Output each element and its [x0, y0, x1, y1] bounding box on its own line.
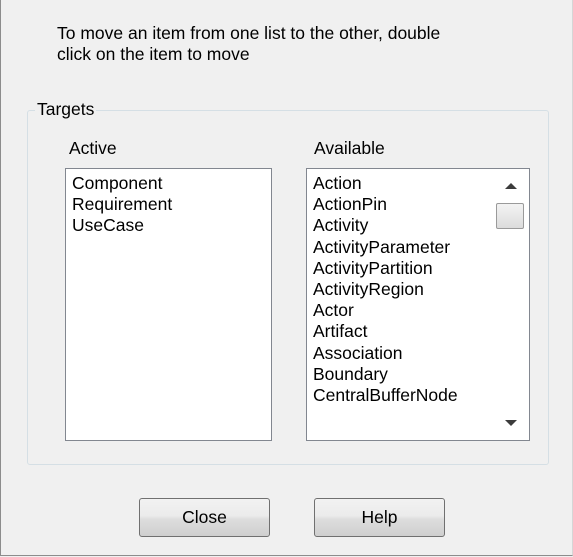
scroll-down-arrow-icon[interactable]	[505, 420, 517, 426]
active-list-label: Active	[69, 138, 117, 158]
scroll-thumb[interactable]	[496, 203, 524, 229]
available-list-item[interactable]: Activity	[313, 215, 493, 236]
available-list-item[interactable]: ActivityRegion	[313, 279, 493, 300]
available-list-item[interactable]: Association	[313, 343, 493, 364]
instructions-line-1: To move an item from one list to the oth…	[57, 23, 441, 43]
close-button[interactable]: Close	[139, 498, 270, 537]
available-scrollbar[interactable]	[493, 169, 529, 440]
available-list-label: Available	[314, 138, 385, 158]
active-list-item[interactable]: UseCase	[72, 215, 271, 236]
available-list-item[interactable]: Action	[313, 173, 493, 194]
available-list-item[interactable]: Actor	[313, 300, 493, 321]
available-list-item[interactable]: CentralBufferNode	[313, 385, 493, 406]
targets-dialog: To move an item from one list to the oth…	[0, 0, 573, 556]
available-listbox[interactable]: Action ActionPin Activity ActivityParame…	[306, 168, 530, 441]
active-list-item[interactable]: Component	[72, 173, 271, 194]
instructions-line-2: click on the item to move	[57, 44, 250, 64]
help-button[interactable]: Help	[314, 498, 445, 537]
available-list-item[interactable]: ActivityParameter	[313, 237, 493, 258]
available-list-item[interactable]: ActivityPartition	[313, 258, 493, 279]
instructions-text: To move an item from one list to the oth…	[57, 23, 547, 65]
available-list-item[interactable]: Artifact	[313, 321, 493, 342]
targets-group-label: Targets	[35, 99, 97, 120]
active-listbox[interactable]: Component Requirement UseCase	[65, 168, 272, 441]
available-list-item[interactable]: Boundary	[313, 364, 493, 385]
available-list-item[interactable]: ActionPin	[313, 194, 493, 215]
scroll-up-arrow-icon[interactable]	[505, 183, 517, 189]
active-list-item[interactable]: Requirement	[72, 194, 271, 215]
